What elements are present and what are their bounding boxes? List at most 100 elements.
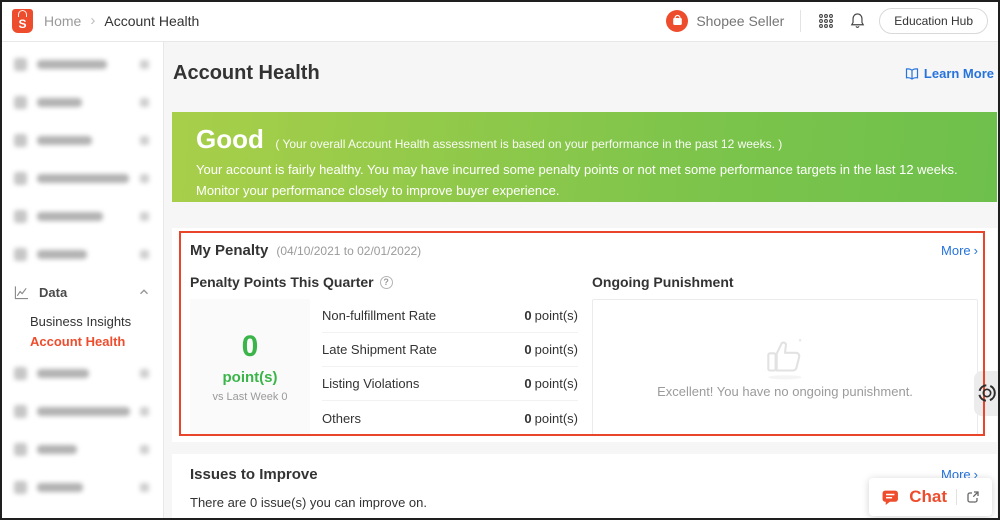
top-bar-right: Shopee Seller Education Hub (666, 7, 988, 34)
blurred-menu-label (37, 368, 89, 378)
table-row: Late Shipment Rate 0 point(s) (322, 333, 578, 367)
sidebar-item-blurred[interactable] (0, 392, 163, 430)
sidebar: Data Business Insights Account Health (0, 42, 164, 520)
learn-more-label: Learn More (923, 66, 994, 81)
my-penalty-more-link[interactable]: More › (941, 243, 978, 258)
penalty-points-title: Penalty Points This Quarter (190, 274, 374, 290)
sidebar-item-blurred[interactable] (0, 430, 163, 468)
chevron-down-icon (140, 135, 149, 145)
sidebar-item-blurred[interactable] (0, 354, 163, 392)
my-penalty-card: My Penalty (04/10/2021 to 02/01/2022) Mo… (172, 228, 997, 442)
help-icon[interactable]: ? (379, 275, 393, 289)
row-value: 0 point(s) (524, 411, 578, 426)
row-value-unit: point(s) (534, 308, 578, 323)
status-description: Your account is fairly healthy. You may … (196, 162, 958, 198)
penalty-points-section: Penalty Points This Quarter ? 0 point(s)… (190, 274, 578, 435)
row-value-unit: point(s) (534, 376, 578, 391)
chat-widget[interactable]: Chat (869, 478, 992, 516)
blurred-menu-icon (14, 209, 27, 223)
shopee-seller-label: Shopee Seller (696, 12, 785, 29)
penalty-points-body: 0 point(s) vs Last Week 0 Non-fulfillmen… (190, 299, 578, 435)
shopee-seller-logo-icon (666, 9, 689, 32)
row-value-number: 0 (524, 342, 532, 357)
row-value-unit: point(s) (534, 410, 578, 426)
ongoing-punishment-heading: Ongoing Punishment (592, 274, 978, 290)
chevron-down-icon (140, 444, 149, 454)
penalty-columns: Penalty Points This Quarter ? 0 point(s)… (190, 274, 978, 435)
sidebar-item-account-health[interactable]: Account Health (0, 331, 163, 351)
penalty-points-compare: vs Last Week 0 (212, 390, 288, 403)
seller-center-window: S Home › Account Health Shopee Seller Ed… (0, 0, 1000, 520)
bell-icon[interactable] (848, 12, 866, 30)
top-bar-divider (800, 9, 802, 32)
row-label: Listing Violations (322, 376, 420, 391)
row-value-unit: point(s) (534, 342, 578, 357)
blurred-menu-icon (14, 442, 27, 456)
row-value: 0 point(s) (524, 376, 578, 391)
sidebar-item-blurred[interactable] (0, 121, 163, 159)
table-row: Non-fulfillment Rate 0 point(s) (322, 299, 578, 333)
row-label: Non-fulfillment Rate (322, 308, 437, 323)
ongoing-punishment-title: Ongoing Punishment (592, 274, 734, 290)
sidebar-item-blurred[interactable] (0, 468, 163, 506)
blurred-menu-icon (14, 247, 27, 261)
chevron-down-icon (140, 173, 149, 183)
sidebar-item-data-label: Data (39, 284, 68, 300)
blurred-menu-icon (14, 480, 27, 494)
penalty-points-value: 0 (241, 329, 259, 363)
main-content: Account Health Learn More Good ( Your ov… (165, 42, 1000, 520)
my-penalty-period: (04/10/2021 to 02/01/2022) (276, 244, 422, 258)
blurred-menu-label (37, 211, 103, 221)
chevron-up-icon (139, 289, 149, 295)
shopee-seller-brand[interactable]: Shopee Seller (666, 9, 785, 32)
penalty-points-summary: 0 point(s) vs Last Week 0 (190, 299, 310, 435)
ongoing-punishment-empty-text: Excellent! You have no ongoing punishmen… (657, 383, 913, 399)
breadcrumb-separator: › (90, 12, 96, 29)
row-value-number: 0 (524, 410, 532, 426)
penalty-points-unit: point(s) (222, 368, 278, 386)
my-penalty-header: My Penalty (04/10/2021 to 02/01/2022) Mo… (190, 242, 978, 259)
breadcrumb-current: Account Health (104, 12, 200, 29)
blurred-menu-icon (14, 57, 27, 71)
status-note: ( Your overall Account Health assessment… (275, 137, 783, 151)
shopee-logo-icon[interactable]: S (12, 8, 33, 33)
breadcrumb-home[interactable]: Home (44, 13, 81, 29)
sidebar-item-blurred[interactable] (0, 83, 163, 121)
thumbs-up-icon (767, 338, 802, 379)
shopee-logo-letter: S (18, 16, 27, 31)
sidebar-item-business-insights[interactable]: Business Insights (0, 311, 163, 331)
page-title: Account Health (173, 62, 320, 84)
open-in-new-window-icon[interactable] (966, 490, 980, 504)
chevron-down-icon (140, 482, 149, 492)
row-value: 0 point(s) (524, 308, 578, 323)
penalty-points-heading: Penalty Points This Quarter ? (190, 274, 578, 290)
issues-summary-text: There are 0 issue(s) you can improve on. (190, 495, 427, 510)
book-icon (905, 67, 919, 80)
my-penalty-title: My Penalty (190, 242, 269, 259)
blurred-menu-icon (14, 171, 27, 185)
status-rating: Good (196, 124, 264, 154)
line-chart-icon (14, 285, 29, 299)
apps-grid-icon[interactable] (817, 12, 835, 30)
side-widget-tab[interactable] (974, 371, 1000, 416)
education-hub-button[interactable]: Education Hub (879, 7, 988, 34)
more-label: More (941, 243, 971, 258)
chevron-down-icon (140, 406, 149, 416)
page-header: Account Health Learn More (173, 62, 994, 85)
sidebar-item-data[interactable]: Data (0, 273, 163, 311)
sidebar-item-blurred[interactable] (0, 235, 163, 273)
chat-divider (956, 489, 957, 505)
sidebar-item-blurred[interactable] (0, 45, 163, 83)
chevron-down-icon (140, 211, 149, 221)
blurred-menu-label (37, 59, 107, 69)
blurred-menu-label (37, 406, 130, 416)
blurred-menu-label (37, 97, 82, 107)
blurred-menu-icon (14, 95, 27, 109)
row-label: Others (322, 410, 362, 426)
sidebar-item-blurred[interactable] (0, 159, 163, 197)
chevron-down-icon (140, 97, 149, 107)
row-value: 0 point(s) (524, 342, 578, 357)
learn-more-link[interactable]: Learn More (905, 66, 994, 81)
sidebar-item-blurred[interactable] (0, 197, 163, 235)
penalty-breakdown-table: Non-fulfillment Rate 0 point(s) Late Ship… (322, 299, 578, 435)
